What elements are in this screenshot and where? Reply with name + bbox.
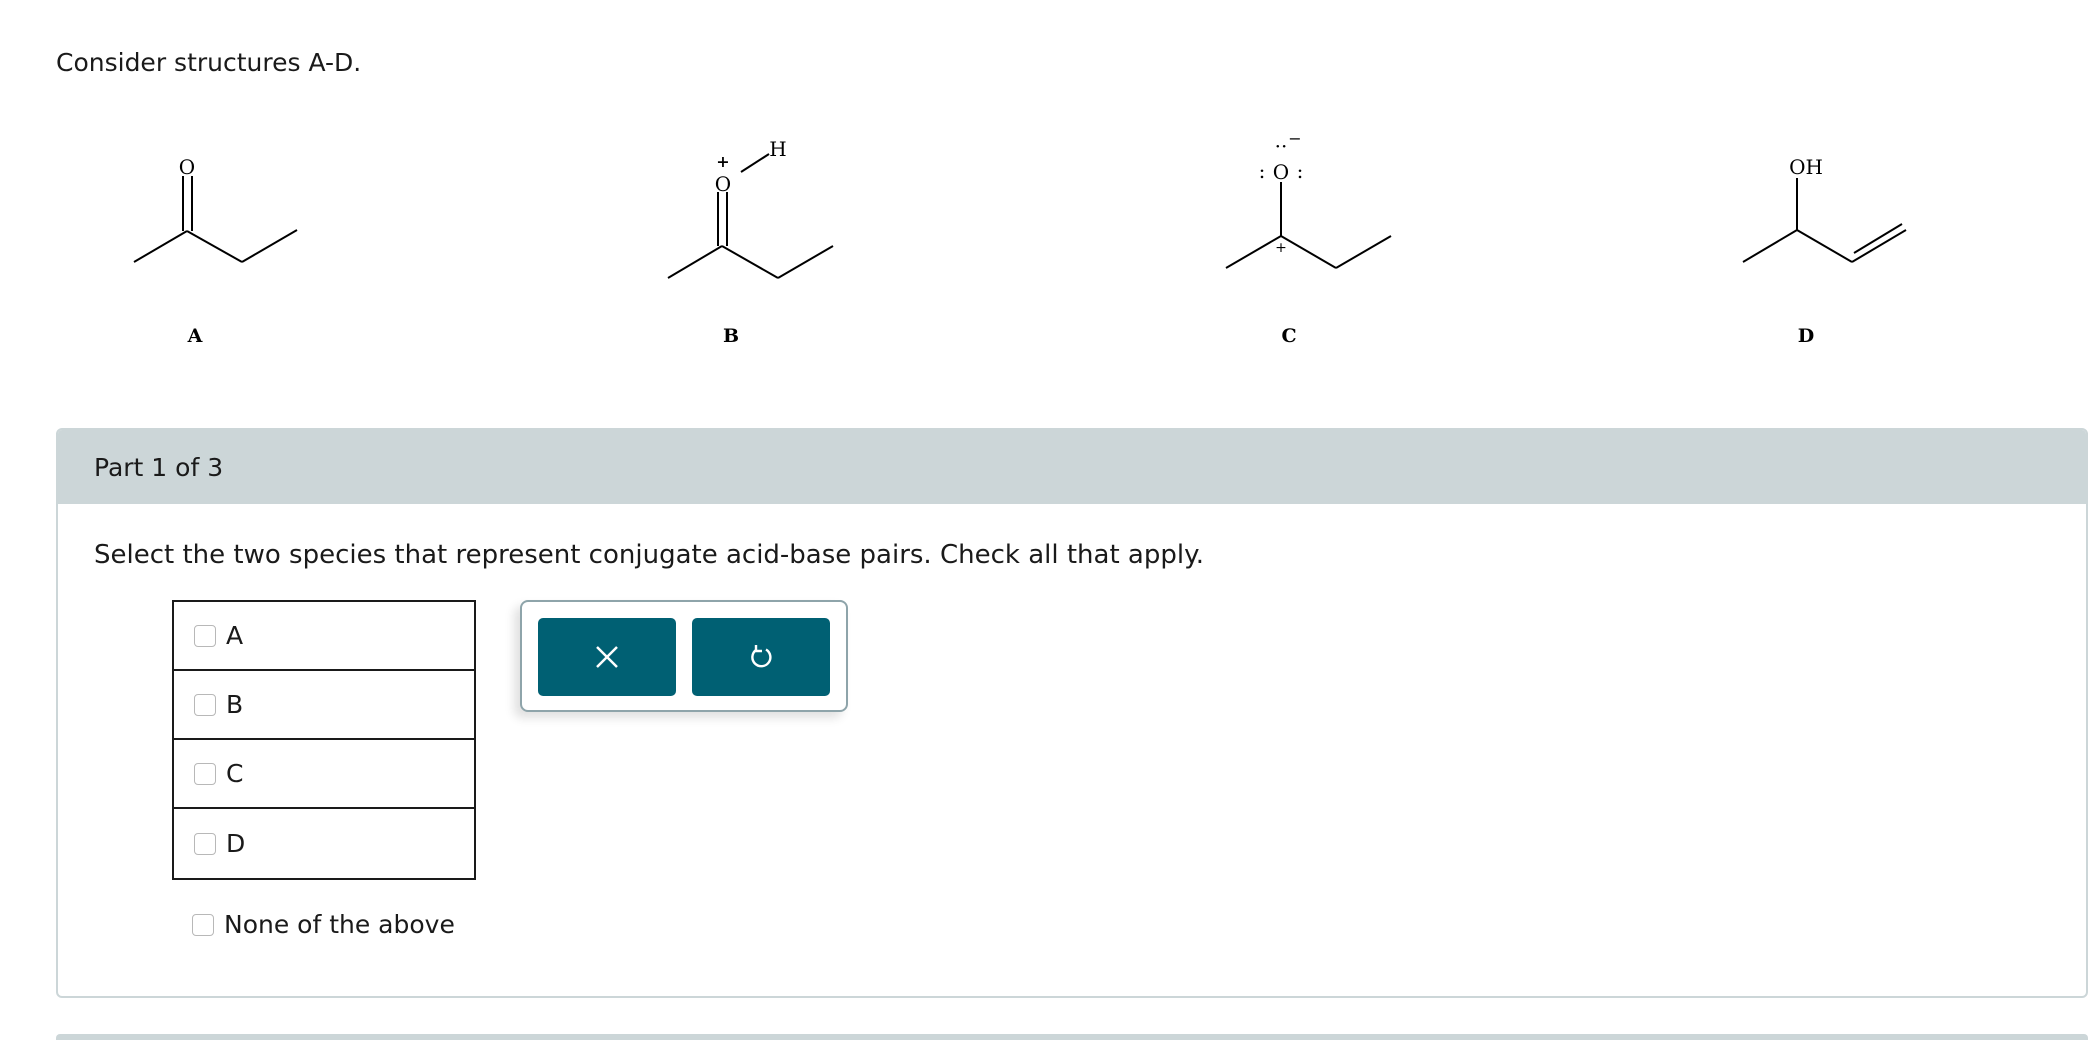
close-icon	[596, 646, 618, 668]
option-a-label: A	[226, 621, 244, 650]
clear-button[interactable]	[538, 618, 676, 696]
structure-a-label: A	[187, 325, 203, 347]
option-d-checkbox[interactable]	[194, 832, 216, 855]
option-d[interactable]: D	[174, 809, 474, 878]
structure-a	[133, 176, 298, 263]
reset-button[interactable]	[692, 618, 830, 696]
structure-d-label: D	[1798, 325, 1814, 347]
part-panel: Part 1 of 3 Select the two species that …	[56, 428, 2088, 998]
structure-b-charge: +	[716, 152, 729, 171]
part-prompt: Select the two species that represent co…	[94, 540, 1205, 570]
question-intro: Consider structures A-D.	[56, 48, 362, 77]
option-none[interactable]: None of the above	[192, 910, 455, 939]
option-a-checkbox[interactable]	[194, 624, 216, 647]
option-b-label: B	[226, 690, 244, 719]
structure-b-atom: O	[715, 172, 731, 196]
option-b[interactable]: B	[174, 671, 474, 740]
option-none-label: None of the above	[224, 910, 455, 939]
option-b-checkbox[interactable]	[194, 693, 216, 716]
structure-b-h: H	[769, 137, 786, 161]
structure-c-lone-pair-left: :	[1259, 159, 1266, 183]
structure-d	[1742, 178, 1907, 263]
structure-c-lone-pair-top: ··	[1275, 134, 1288, 158]
undo-icon	[751, 645, 772, 668]
option-none-checkbox[interactable]	[192, 913, 214, 936]
structure-c-label: C	[1281, 325, 1296, 347]
option-c[interactable]: C	[174, 740, 474, 809]
structure-c-carbon-charge: +	[1275, 240, 1287, 256]
structure-d-atom: OH	[1789, 155, 1823, 179]
answer-tools	[520, 600, 848, 712]
structure-c-atom: O	[1273, 160, 1289, 184]
option-c-label: C	[226, 759, 244, 788]
option-a[interactable]: A	[174, 602, 474, 671]
part-header: Part 1 of 3	[58, 430, 2086, 504]
structure-c	[1225, 182, 1392, 269]
structure-c-lone-pair-right: :	[1297, 159, 1304, 183]
option-c-checkbox[interactable]	[194, 762, 216, 785]
structure-a-atom: O	[179, 155, 195, 179]
option-d-label: D	[226, 829, 246, 858]
next-part-edge	[56, 1034, 2088, 1040]
structure-c-oxygen-charge: −	[1288, 129, 1301, 148]
structures-figure: O A O + H B O : : ·· − + C OH D	[133, 129, 1907, 347]
answer-options: A B C D	[172, 600, 476, 880]
structure-b	[667, 153, 834, 279]
structure-b-label: B	[723, 325, 739, 347]
